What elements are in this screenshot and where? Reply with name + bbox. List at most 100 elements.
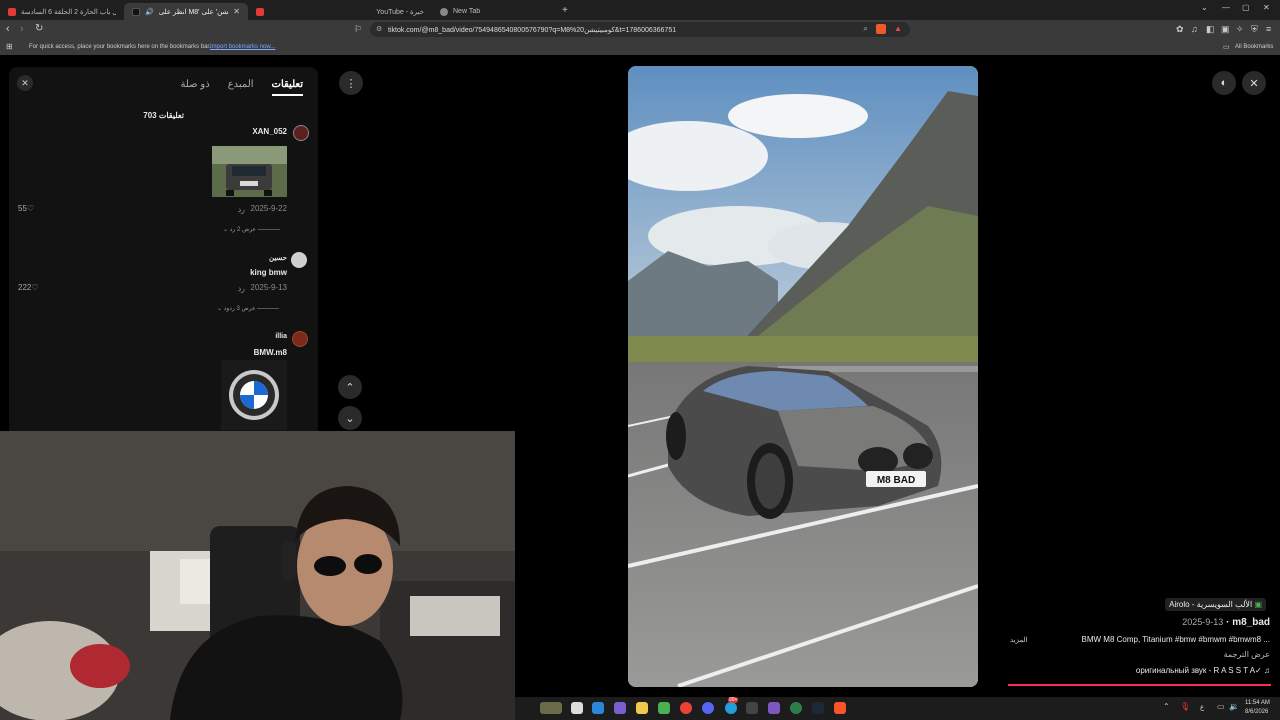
sound-label: оригинальный звук - R A S S T A✓ xyxy=(1135,666,1262,675)
forward-icon[interactable]: › xyxy=(20,23,24,35)
apps-grid-icon[interactable]: ⊞ xyxy=(6,42,13,51)
video-player[interactable]: M8 BAD xyxy=(628,66,978,687)
vpn-icon[interactable]: ⛨ xyxy=(1251,24,1258,35)
maximize-icon[interactable]: ▢ xyxy=(1242,3,1250,12)
brave-icon[interactable] xyxy=(834,702,846,714)
app-icon[interactable] xyxy=(768,702,780,714)
comment-username[interactable]: حسين xyxy=(269,254,287,262)
add-tab-icon[interactable]: + xyxy=(562,5,568,16)
chrome-icon[interactable] xyxy=(680,702,692,714)
like-count-row[interactable]: 222♡ xyxy=(18,283,39,292)
view-replies-button[interactable]: ⌄ عرض 3 ردود xyxy=(217,305,282,312)
reload-icon[interactable]: ↻ xyxy=(35,23,43,34)
tab-related[interactable]: ذو صلة xyxy=(180,79,209,96)
avatar[interactable] xyxy=(292,331,308,347)
tab-list-icon[interactable]: ⌄ xyxy=(1201,3,1208,12)
clock-time[interactable]: 11:54 AM xyxy=(1245,700,1270,706)
more-options-icon[interactable]: ⋮ xyxy=(339,71,363,95)
translate-button[interactable]: عرض الترجمة xyxy=(1224,650,1270,659)
music-icon[interactable]: ♫ xyxy=(1191,24,1198,34)
menu-icon[interactable]: ≡ xyxy=(1266,24,1271,34)
volume-tray-icon[interactable]: 🔉 xyxy=(1229,702,1239,711)
keyboard-language[interactable]: ع xyxy=(1200,703,1204,711)
more-button[interactable]: المزيد xyxy=(1010,636,1028,644)
comment-image[interactable] xyxy=(212,146,287,197)
heart-icon[interactable]: ♡ xyxy=(27,204,34,213)
extensions-icon[interactable]: ✿ xyxy=(1176,24,1184,35)
bmw-logo-image[interactable] xyxy=(221,360,287,430)
address-bar[interactable]: ⚙ tiktok.com/@m8_bad/video/7549486540800… xyxy=(370,22,910,37)
tab-comments[interactable]: تعليقات xyxy=(271,79,303,96)
view-replies-button[interactable]: ⌄ عرض 2 رد xyxy=(223,226,283,233)
volume-icon[interactable]: ◐ xyxy=(1212,71,1236,95)
browser-tab-active[interactable]: 🔊 انظر على M8' كومبتيشن' على ✕ xyxy=(124,3,248,20)
browser-tab[interactable]: مسلسل باب الحارة 2 الحلقة 6 السادسة xyxy=(0,3,124,20)
sheets-icon[interactable] xyxy=(658,702,670,714)
site-info-icon[interactable]: ⚙ xyxy=(376,25,382,33)
reply-button[interactable]: رد xyxy=(238,284,245,293)
app-icon[interactable] xyxy=(746,702,758,714)
brave-shields-icon[interactable] xyxy=(876,24,886,34)
tab-title: مسلسل باب الحارة 2 الحلقة 6 السادسة xyxy=(21,8,116,16)
discord-icon[interactable] xyxy=(702,702,714,714)
browser-tab-strip: مسلسل باب الحارة 2 الحلقة 6 السادسة 🔊 ان… xyxy=(0,0,1280,20)
search-icon[interactable] xyxy=(592,702,604,714)
location-tag[interactable]: Airolo - الألب السويسرية ▣ xyxy=(1165,598,1266,611)
tab-creator[interactable]: المبدع xyxy=(228,79,254,96)
video-author-row[interactable]: 2025-9-13 · m8_bad xyxy=(1182,617,1270,628)
tray-chevron-icon[interactable]: ⌃ xyxy=(1163,702,1170,711)
comment-username[interactable]: illia xyxy=(275,333,287,340)
wallet-icon[interactable]: ▣ xyxy=(1221,24,1230,35)
previous-video-icon[interactable]: ⌃ xyxy=(338,375,362,399)
copilot-icon[interactable] xyxy=(614,702,626,714)
avatar[interactable] xyxy=(293,125,309,141)
weather-widget-icon[interactable] xyxy=(540,702,562,714)
tab-title: انظر على M8' كومبتيشن' على xyxy=(158,8,229,16)
zoom-icon[interactable]: ⌕ xyxy=(864,24,868,34)
comment-username[interactable]: XAN_052 xyxy=(252,127,287,136)
music-note-icon: ♫ xyxy=(1264,666,1270,675)
reply-button[interactable]: رد xyxy=(238,205,245,214)
microphone-icon[interactable]: 🎙 xyxy=(1180,702,1190,711)
close-video-icon[interactable]: ✕ xyxy=(1242,71,1266,95)
windows-taskbar: 99+ ⌃ 🎙 ع ▭ 🔉 11:54 AM 8/6/2026 xyxy=(515,697,1280,720)
close-panel-icon[interactable]: ✕ xyxy=(17,75,33,91)
minimize-icon[interactable]: — xyxy=(1222,3,1230,12)
license-plate-text: M8 BAD xyxy=(877,475,915,486)
import-bookmarks-link[interactable]: Import bookmarks now... xyxy=(210,44,275,50)
comment-date: 2025-9-22 xyxy=(250,204,287,213)
like-count-row[interactable]: 55♡ xyxy=(18,204,34,213)
close-window-icon[interactable]: ✕ xyxy=(1263,3,1270,12)
network-icon[interactable]: ▭ xyxy=(1217,702,1225,711)
sidebar-icon[interactable]: ◧ xyxy=(1206,24,1215,35)
youtube-icon xyxy=(8,7,16,16)
sound-row[interactable]: оригинальный звук - R A S S T A✓ ♫ xyxy=(1136,666,1270,675)
back-icon[interactable]: ‹ xyxy=(6,23,10,35)
file-explorer-icon[interactable] xyxy=(636,702,648,714)
video-caption: BMW M8 Comp, Titanium #bmw #bmwm #bmwm8 … xyxy=(1081,635,1270,644)
comment-text: king bmw xyxy=(250,268,287,277)
browser-tab[interactable]: New Tab xyxy=(432,3,556,20)
view-replies-label: عرض 3 ردود xyxy=(223,306,256,312)
chevron-down-icon: ⌄ xyxy=(223,227,230,233)
folder-icon: ▭ xyxy=(1223,44,1230,51)
clock-date[interactable]: 8/6/2026 xyxy=(1245,709,1268,715)
telegram-icon[interactable] xyxy=(725,702,737,714)
all-bookmarks-button[interactable]: All Bookmarks xyxy=(1235,44,1273,50)
close-tab-icon[interactable]: ✕ xyxy=(233,7,240,16)
start-icon[interactable] xyxy=(571,702,583,714)
brave-rewards-icon[interactable]: ▲ xyxy=(894,24,902,33)
browser-tab[interactable] xyxy=(248,3,308,20)
next-video-icon[interactable]: ⌄ xyxy=(338,406,362,430)
bookmark-icon[interactable]: ⚐ xyxy=(354,24,362,35)
avatar[interactable] xyxy=(291,252,307,268)
divider xyxy=(257,307,280,309)
speaker-icon[interactable]: 🔊 xyxy=(145,8,154,16)
browser-tab[interactable]: YouTube - خيرة xyxy=(308,3,432,20)
steam-icon[interactable] xyxy=(812,702,824,714)
video-author[interactable]: m8_bad xyxy=(1232,617,1270,628)
app-icon[interactable] xyxy=(790,702,802,714)
leo-icon[interactable]: ✧ xyxy=(1236,24,1244,35)
video-progress-bar[interactable] xyxy=(1008,684,1271,686)
heart-icon[interactable]: ♡ xyxy=(31,283,38,292)
